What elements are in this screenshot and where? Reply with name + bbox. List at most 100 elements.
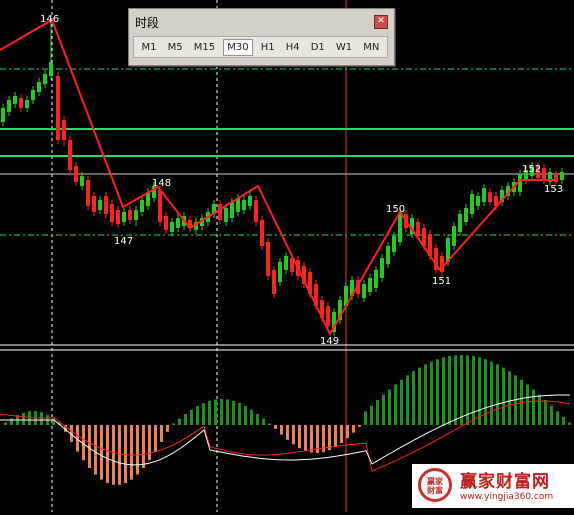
histogram-bar [394, 384, 397, 425]
histogram-bar [364, 411, 367, 425]
candle-body [98, 200, 102, 210]
candle-body [482, 188, 486, 202]
histogram-bar [508, 371, 511, 425]
histogram-bar [538, 394, 541, 425]
timeframe-option-d1[interactable]: D1 [308, 40, 328, 55]
candle-body [68, 140, 72, 170]
candle-body [170, 222, 174, 232]
histogram-bar [406, 375, 409, 425]
timeframe-option-mn[interactable]: MN [360, 40, 382, 55]
histogram-bar [298, 425, 301, 449]
timeframe-option-w1[interactable]: W1 [333, 40, 355, 55]
histogram-bar [22, 412, 25, 425]
histogram-bar [382, 394, 385, 425]
candle-body [380, 258, 384, 278]
watermark-logo: 赢家 财富 赢家财富网 www.yingjia360.com [412, 464, 574, 508]
histogram-bar [94, 425, 97, 475]
histogram-bar [448, 356, 451, 425]
candle-body [362, 284, 366, 298]
candle-body [560, 172, 564, 180]
histogram-bar [106, 425, 109, 484]
histogram-bar [310, 425, 313, 453]
candle-body [31, 90, 35, 100]
histogram-bar [250, 409, 253, 425]
candle-body [452, 226, 456, 246]
histogram-bar [142, 425, 145, 469]
candle-body [386, 246, 390, 264]
candle-body [140, 200, 144, 212]
candle-body [542, 168, 546, 180]
candle-body [116, 210, 120, 224]
wave-label-146: 146 [40, 14, 59, 25]
candle-body [416, 222, 420, 236]
timeframe-option-h4[interactable]: H4 [283, 40, 303, 55]
candle-body [326, 306, 330, 326]
histogram-bar [268, 423, 271, 425]
candle-body [134, 210, 138, 220]
candle-body [260, 220, 264, 246]
timeframe-option-h1[interactable]: H1 [258, 40, 278, 55]
histogram-bar [160, 425, 163, 442]
candle-body [224, 208, 228, 222]
candle-body [104, 196, 108, 214]
histogram-bar [334, 425, 337, 448]
histogram-bar [172, 423, 175, 425]
histogram-bar [124, 425, 127, 484]
histogram-bar [202, 403, 205, 425]
histogram-bar [154, 425, 157, 452]
histogram-bar [544, 400, 547, 425]
candle-body [164, 216, 168, 230]
histogram-bar [88, 425, 91, 469]
candle-body [43, 74, 47, 84]
histogram-bar [556, 411, 559, 425]
histogram-bar [100, 425, 103, 480]
histogram-bar [238, 403, 241, 425]
histogram-bar [208, 400, 211, 425]
candle-body [476, 196, 480, 206]
candle-body [176, 218, 180, 228]
histogram-bar [400, 379, 403, 425]
histogram-bar [10, 418, 13, 425]
seal-icon: 赢家 财富 [418, 468, 452, 502]
candle-body [7, 100, 11, 112]
histogram-bar [490, 361, 493, 425]
candle-body [392, 236, 396, 252]
candle-body [80, 176, 84, 186]
histogram-bar [340, 425, 343, 443]
candle-body [398, 214, 402, 242]
histogram-bar [286, 425, 289, 440]
candle-body [128, 210, 132, 220]
close-icon[interactable]: ✕ [374, 15, 388, 29]
timeframe-panel[interactable]: 时段 ✕ M1 M5 M15 M30 H1 H4 D1 W1 MN [128, 8, 395, 66]
candle-body [218, 204, 222, 220]
histogram-bar [256, 413, 259, 425]
timeframe-option-m15[interactable]: M15 [191, 40, 218, 55]
histogram-bar [412, 371, 415, 425]
wave-label-152: 152 [522, 164, 541, 175]
histogram-bar [220, 399, 223, 425]
timeframe-option-m5[interactable]: M5 [165, 40, 186, 55]
histogram-bar [352, 425, 355, 433]
timeframe-option-m1[interactable]: M1 [139, 40, 160, 55]
timeframe-option-m30[interactable]: M30 [223, 38, 253, 56]
histogram-bar [484, 359, 487, 425]
candle-body [25, 100, 29, 108]
histogram-bar [40, 412, 43, 425]
histogram-bar [28, 411, 31, 425]
histogram-bar [4, 422, 7, 425]
candle-body [374, 270, 378, 288]
candlestick-chart: 146147148149150151152153 [0, 0, 574, 515]
histogram-bar [232, 400, 235, 425]
wave-label-151: 151 [432, 276, 451, 287]
histogram-bar [562, 416, 565, 425]
histogram-bar [430, 361, 433, 425]
candle-body [470, 194, 474, 214]
candle-body [458, 214, 462, 232]
histogram-bar [424, 364, 427, 425]
histogram-bar [526, 384, 529, 425]
candle-body [158, 190, 162, 222]
watermark-url: www.yingjia360.com [460, 492, 554, 502]
histogram-bar [568, 422, 571, 425]
panel-title: 时段 [135, 16, 160, 30]
candle-body [13, 96, 17, 104]
